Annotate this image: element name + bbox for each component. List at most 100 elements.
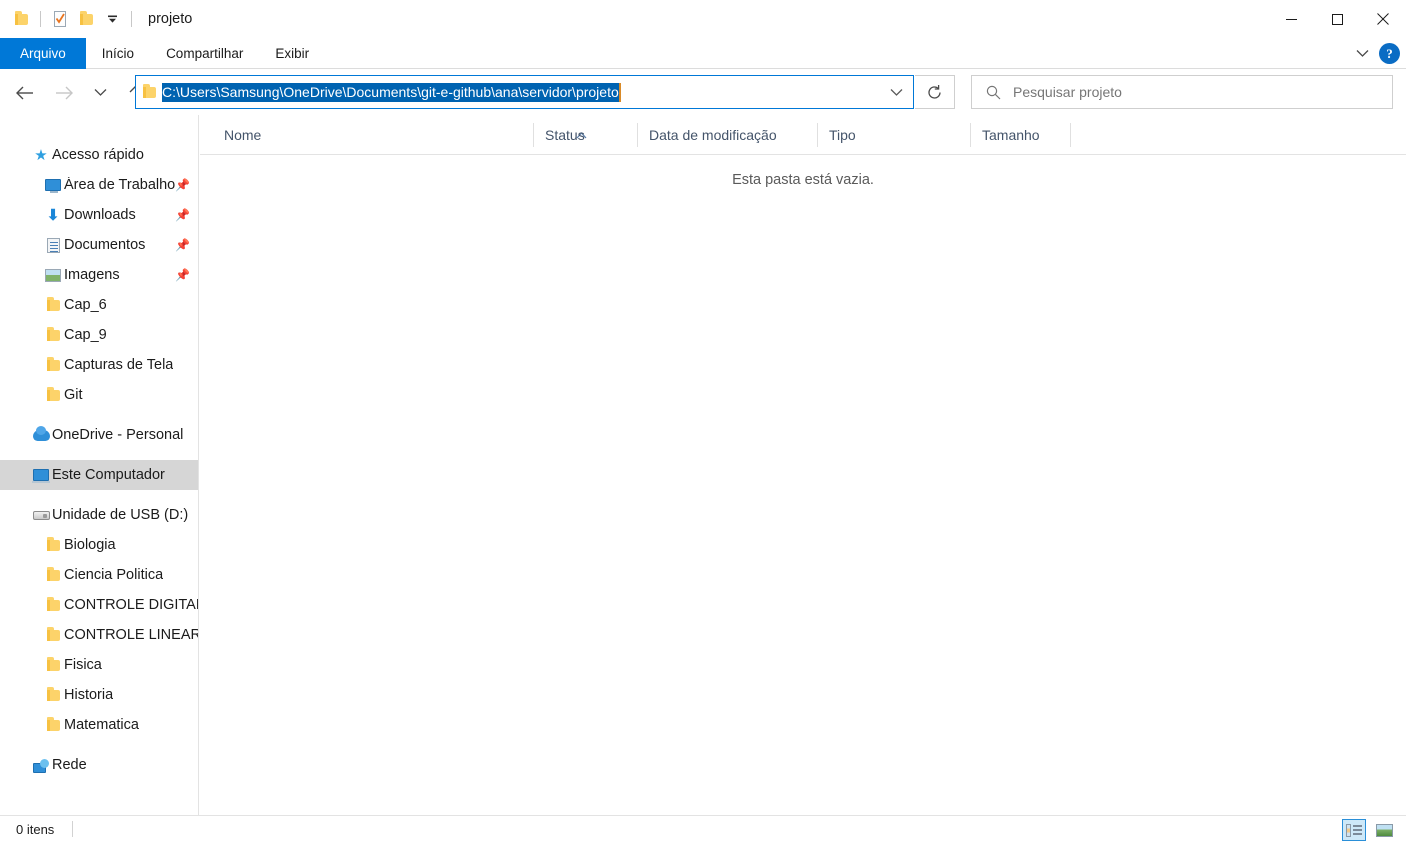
close-button[interactable] bbox=[1360, 0, 1406, 38]
quick-access-toolbar: projeto bbox=[0, 0, 192, 38]
sidebar-item-biologia[interactable]: Biologia bbox=[0, 530, 198, 560]
folder-icon bbox=[42, 536, 64, 551]
large-icons-view-button[interactable] bbox=[1372, 819, 1396, 841]
column-header-nome[interactable]: Nome bbox=[212, 115, 533, 155]
close-icon bbox=[1377, 13, 1389, 25]
ribbon-right-controls: ? bbox=[1356, 38, 1400, 69]
sidebar-item-label: Acesso rápido bbox=[52, 147, 144, 163]
column-header-row: Nome Status Data de modificação Tipo Tam… bbox=[200, 115, 1406, 155]
pin-icon[interactable]: 📌 bbox=[175, 238, 190, 252]
qat-separator-1 bbox=[40, 11, 41, 27]
sidebar-item-controle-digital[interactable]: CONTROLE DIGITAL bbox=[0, 590, 198, 620]
sidebar-item-documentos[interactable]: Documentos 📌 bbox=[0, 230, 198, 260]
cloud-icon bbox=[30, 425, 52, 441]
item-count-label: 0 itens bbox=[16, 821, 55, 837]
sidebar-item-cap6[interactable]: Cap_6 bbox=[0, 290, 198, 320]
sidebar-item-downloads[interactable]: ⬇ Downloads 📌 bbox=[0, 200, 198, 230]
large-icons-view-icon bbox=[1375, 823, 1393, 837]
forward-button[interactable] bbox=[49, 78, 79, 108]
sidebar-item-label: Downloads bbox=[64, 207, 136, 223]
search-icon bbox=[986, 85, 1001, 99]
chevron-down-icon bbox=[94, 89, 106, 96]
search-input[interactable]: Pesquisar projeto bbox=[1013, 84, 1122, 100]
sidebar-item-capturas-de-tela[interactable]: Capturas de Tela bbox=[0, 350, 198, 380]
folder-icon bbox=[14, 10, 28, 25]
sidebar-item-imagens[interactable]: Imagens 📌 bbox=[0, 260, 198, 290]
refresh-button[interactable] bbox=[915, 75, 955, 109]
maximize-icon bbox=[1331, 13, 1343, 25]
status-separator bbox=[72, 821, 74, 837]
tab-inicio[interactable]: Início bbox=[86, 38, 150, 69]
qat-new-folder-icon[interactable] bbox=[73, 6, 99, 32]
address-bar[interactable]: C:\Users\Samsung\OneDrive\Documents\git-… bbox=[135, 75, 914, 109]
pin-icon[interactable]: 📌 bbox=[175, 268, 190, 282]
tab-compartilhar[interactable]: Compartilhar bbox=[150, 38, 259, 69]
column-header-status[interactable]: Status bbox=[533, 115, 637, 155]
navigation-pane[interactable]: ★ Acesso rápido Área de Trabalho 📌 ⬇ Dow… bbox=[0, 115, 199, 815]
back-button[interactable] bbox=[10, 78, 40, 108]
pin-icon[interactable]: 📌 bbox=[175, 208, 190, 222]
sidebar-item-label: Biologia bbox=[64, 537, 116, 553]
view-mode-buttons bbox=[1342, 819, 1396, 841]
help-button[interactable]: ? bbox=[1379, 43, 1400, 64]
qat-properties-icon[interactable] bbox=[47, 6, 73, 32]
qat-customize-button[interactable] bbox=[99, 6, 125, 32]
recent-locations-button[interactable] bbox=[85, 78, 115, 108]
column-header-data-modificacao[interactable]: Data de modificação bbox=[637, 115, 817, 155]
folder-icon bbox=[42, 566, 64, 581]
address-input[interactable]: C:\Users\Samsung\OneDrive\Documents\git-… bbox=[162, 76, 879, 108]
sidebar-item-este-computador[interactable]: Este Computador bbox=[0, 460, 198, 490]
details-view-icon bbox=[1346, 823, 1362, 837]
tab-arquivo[interactable]: Arquivo bbox=[0, 38, 86, 69]
maximize-button[interactable] bbox=[1314, 0, 1360, 38]
sidebar-item-rede[interactable]: Rede bbox=[0, 750, 198, 780]
folder-icon bbox=[42, 326, 64, 341]
address-dropdown-button[interactable] bbox=[879, 76, 913, 108]
sidebar-item-onedrive[interactable]: OneDrive - Personal bbox=[0, 420, 198, 450]
sidebar-item-label: Git bbox=[64, 387, 83, 403]
folder-icon bbox=[42, 656, 64, 671]
tab-exibir[interactable]: Exibir bbox=[259, 38, 325, 69]
sidebar-item-label: Imagens bbox=[64, 267, 120, 283]
folder-icon bbox=[42, 686, 64, 701]
minimize-icon bbox=[1285, 18, 1297, 20]
column-divider-5[interactable] bbox=[1070, 123, 1071, 147]
sidebar-item-matematica[interactable]: Matematica bbox=[0, 710, 198, 740]
minimize-button[interactable] bbox=[1268, 0, 1314, 38]
folder-icon bbox=[42, 296, 64, 311]
sidebar-item-ciencia-politica[interactable]: Ciencia Politica bbox=[0, 560, 198, 590]
sidebar-gap-1 bbox=[0, 410, 198, 420]
column-header-tipo[interactable]: Tipo bbox=[817, 115, 970, 155]
sidebar-item-label: Unidade de USB (D:) bbox=[52, 507, 189, 523]
ribbon-tab-bar: Arquivo Início Compartilhar Exibir ? bbox=[0, 38, 1406, 69]
sidebar-item-label: Capturas de Tela bbox=[64, 357, 174, 373]
folder-icon bbox=[42, 356, 64, 371]
sidebar-item-label: Cap_6 bbox=[64, 297, 107, 313]
folder-icon bbox=[42, 596, 64, 611]
file-explorer-window: projeto Arquivo Início Compartilhar Exib… bbox=[0, 0, 1406, 842]
sidebar-item-historia[interactable]: Historia bbox=[0, 680, 198, 710]
sidebar-item-controle-linear[interactable]: CONTROLE LINEAR bbox=[0, 620, 198, 650]
sidebar-item-label: OneDrive - Personal bbox=[52, 427, 184, 443]
sidebar-item-unidade-usb[interactable]: Unidade de USB (D:) bbox=[0, 500, 198, 530]
sidebar-item-git[interactable]: Git bbox=[0, 380, 198, 410]
sidebar-gap-3 bbox=[0, 490, 198, 500]
sidebar-item-label: Documentos bbox=[64, 237, 146, 253]
file-list[interactable]: Esta pasta está vazia. bbox=[200, 156, 1406, 815]
sidebar-item-label: Cap_9 bbox=[64, 327, 107, 343]
pin-icon[interactable]: 📌 bbox=[175, 178, 190, 192]
qat-folder-icon[interactable] bbox=[8, 6, 34, 32]
details-view-button[interactable] bbox=[1342, 819, 1366, 841]
search-box[interactable]: Pesquisar projeto bbox=[971, 75, 1393, 109]
column-header-tamanho[interactable]: Tamanho bbox=[970, 115, 1070, 155]
sidebar-item-cap9[interactable]: Cap_9 bbox=[0, 320, 198, 350]
sidebar-item-label: Historia bbox=[64, 687, 114, 703]
ribbon-collapse-chevron-icon[interactable] bbox=[1356, 49, 1369, 58]
picture-icon bbox=[42, 268, 64, 282]
chevron-down-icon bbox=[890, 88, 902, 96]
sidebar-item-area-de-trabalho[interactable]: Área de Trabalho 📌 bbox=[0, 170, 198, 200]
empty-folder-message: Esta pasta está vazia. bbox=[732, 172, 874, 188]
address-path-text: C:\Users\Samsung\OneDrive\Documents\git-… bbox=[162, 82, 621, 102]
sidebar-item-acesso-rapido[interactable]: ★ Acesso rápido bbox=[0, 140, 198, 170]
sidebar-item-fisica[interactable]: Fisica bbox=[0, 650, 198, 680]
